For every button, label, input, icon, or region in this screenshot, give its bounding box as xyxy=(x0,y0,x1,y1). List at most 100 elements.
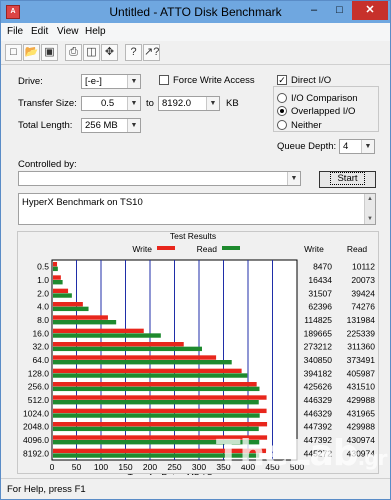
legend-write-swatch xyxy=(157,246,175,250)
description-field[interactable]: HyperX Benchmark on TS10 ▲ ▼ xyxy=(18,193,376,225)
menu-help[interactable]: Help xyxy=(85,26,106,37)
y-tick-label: 128.0 xyxy=(28,368,50,378)
print-icon[interactable]: ⎙ xyxy=(65,44,82,61)
read-value-label: 20073 xyxy=(351,275,375,285)
read-bar xyxy=(53,373,248,378)
toolbar: □ 📂 ▣ ⎙ ◫ ✥ ? ↗? xyxy=(1,41,390,65)
total-length-select[interactable]: 256 MB ▼ xyxy=(81,118,141,133)
direct-io-checkbox[interactable]: ✓ xyxy=(277,75,287,85)
y-tick-label: 4.0 xyxy=(37,302,49,312)
transfer-size-from-select[interactable]: 0.5 ▼ xyxy=(81,96,141,111)
save-icon[interactable]: ▣ xyxy=(41,44,58,61)
force-write-access-label: Force Write Access xyxy=(173,75,255,86)
read-bar xyxy=(53,413,260,418)
y-tick-label: 2048.0 xyxy=(23,422,49,432)
read-value-label: 431965 xyxy=(347,408,376,418)
move-icon[interactable]: ✥ xyxy=(101,44,118,61)
io-comparison-radio[interactable] xyxy=(277,93,287,103)
chevron-down-icon: ▼ xyxy=(361,140,374,153)
menu-file[interactable]: File xyxy=(7,26,23,37)
x-tick-label: 100 xyxy=(94,462,108,472)
legend-write-label: Write xyxy=(132,244,152,254)
menu-view[interactable]: View xyxy=(57,26,79,37)
write-value-label: 114825 xyxy=(304,315,332,325)
queue-depth-value: 4 xyxy=(343,141,349,152)
print-preview-icon[interactable]: ◫ xyxy=(83,44,100,61)
read-bar xyxy=(53,386,260,392)
close-button[interactable]: ✕ xyxy=(352,1,388,20)
write-bar xyxy=(53,382,257,387)
neither-radio[interactable] xyxy=(277,120,287,130)
y-tick-label: 512.0 xyxy=(28,395,50,405)
description-text: HyperX Benchmark on TS10 xyxy=(22,197,143,208)
drive-select[interactable]: [-e-] ▼ xyxy=(81,74,141,89)
menu-edit[interactable]: Edit xyxy=(31,26,48,37)
total-length-label: Total Length: xyxy=(18,120,73,131)
transfer-from-value: 0.5 xyxy=(101,98,115,109)
chevron-down-icon: ▼ xyxy=(287,172,300,185)
y-tick-label: 64.0 xyxy=(32,355,49,365)
controlled-by-select[interactable]: ▼ xyxy=(18,171,301,186)
y-tick-label: 2.0 xyxy=(37,288,49,298)
open-folder-icon[interactable]: 📂 xyxy=(23,44,40,61)
write-bar xyxy=(53,395,267,400)
overlapped-io-label: Overlapped I/O xyxy=(291,106,356,117)
unit-label: KB xyxy=(226,98,239,109)
write-value-label: 16434 xyxy=(308,275,332,285)
help-icon[interactable]: ? xyxy=(125,44,142,61)
results-title: Test Results xyxy=(170,232,216,241)
write-value-label: 189665 xyxy=(304,328,333,338)
y-tick-label: 16.0 xyxy=(32,328,49,338)
write-value-label: 8470 xyxy=(313,262,332,272)
x-axis-label: Transfer Rate - MB / Sec xyxy=(128,472,222,475)
transfer-size-to-select[interactable]: 8192.0 ▼ xyxy=(158,96,220,111)
title-bar[interactable]: A Untitled - ATTO Disk Benchmark – □ ✕ xyxy=(1,1,390,23)
description-scrollbar[interactable]: ▲ ▼ xyxy=(364,194,375,224)
direct-io-label: Direct I/O xyxy=(291,75,332,86)
chevron-down-icon: ▼ xyxy=(127,97,140,110)
maximize-button[interactable]: □ xyxy=(327,1,352,20)
new-file-icon[interactable]: □ xyxy=(5,44,22,61)
settings-panel: Drive: [-e-] ▼ Force Write Access Transfe… xyxy=(3,66,388,482)
minimize-button[interactable]: – xyxy=(301,1,327,20)
read-bar xyxy=(53,293,72,298)
y-tick-label: 1.0 xyxy=(37,275,49,285)
write-bar xyxy=(53,302,83,307)
write-bar xyxy=(53,328,144,334)
write-value-label: 425626 xyxy=(304,382,333,392)
total-length-value: 256 MB xyxy=(85,120,118,131)
read-bar xyxy=(53,360,232,365)
write-bar xyxy=(53,422,268,427)
x-tick-label: 250 xyxy=(167,462,181,472)
write-bar xyxy=(53,342,184,347)
transfer-size-label: Transfer Size: xyxy=(18,98,77,109)
context-help-icon[interactable]: ↗? xyxy=(143,44,160,61)
y-tick-label: 8192.0 xyxy=(23,448,49,458)
y-tick-label: 256.0 xyxy=(28,382,50,392)
write-value-label: 446329 xyxy=(304,395,333,405)
legend-read-swatch xyxy=(222,246,240,250)
start-button[interactable]: Start xyxy=(319,171,376,188)
read-bar xyxy=(53,426,259,432)
app-window: A Untitled - ATTO Disk Benchmark – □ ✕ F… xyxy=(0,0,391,500)
read-value-label: 225339 xyxy=(347,328,376,338)
chevron-down-icon: ▼ xyxy=(127,75,140,88)
write-bar xyxy=(53,368,242,374)
read-bar xyxy=(53,400,259,405)
y-tick-label: 0.5 xyxy=(37,262,49,272)
write-bar xyxy=(53,262,58,267)
overlapped-io-radio[interactable] xyxy=(277,106,287,116)
drive-label: Drive: xyxy=(18,76,43,87)
read-value-label: 131984 xyxy=(347,315,376,325)
write-bar xyxy=(53,275,61,280)
read-bar xyxy=(53,306,89,312)
x-tick-label: 50 xyxy=(72,462,82,472)
start-label: Start xyxy=(330,172,365,185)
read-value-label: 311360 xyxy=(347,342,375,352)
force-write-access-checkbox[interactable] xyxy=(159,75,169,85)
chevron-down-icon: ▼ xyxy=(206,97,219,110)
write-bar xyxy=(53,315,108,320)
status-text: For Help, press F1 xyxy=(7,484,86,495)
read-bar xyxy=(53,333,161,338)
queue-depth-select[interactable]: 4 ▼ xyxy=(339,139,375,154)
